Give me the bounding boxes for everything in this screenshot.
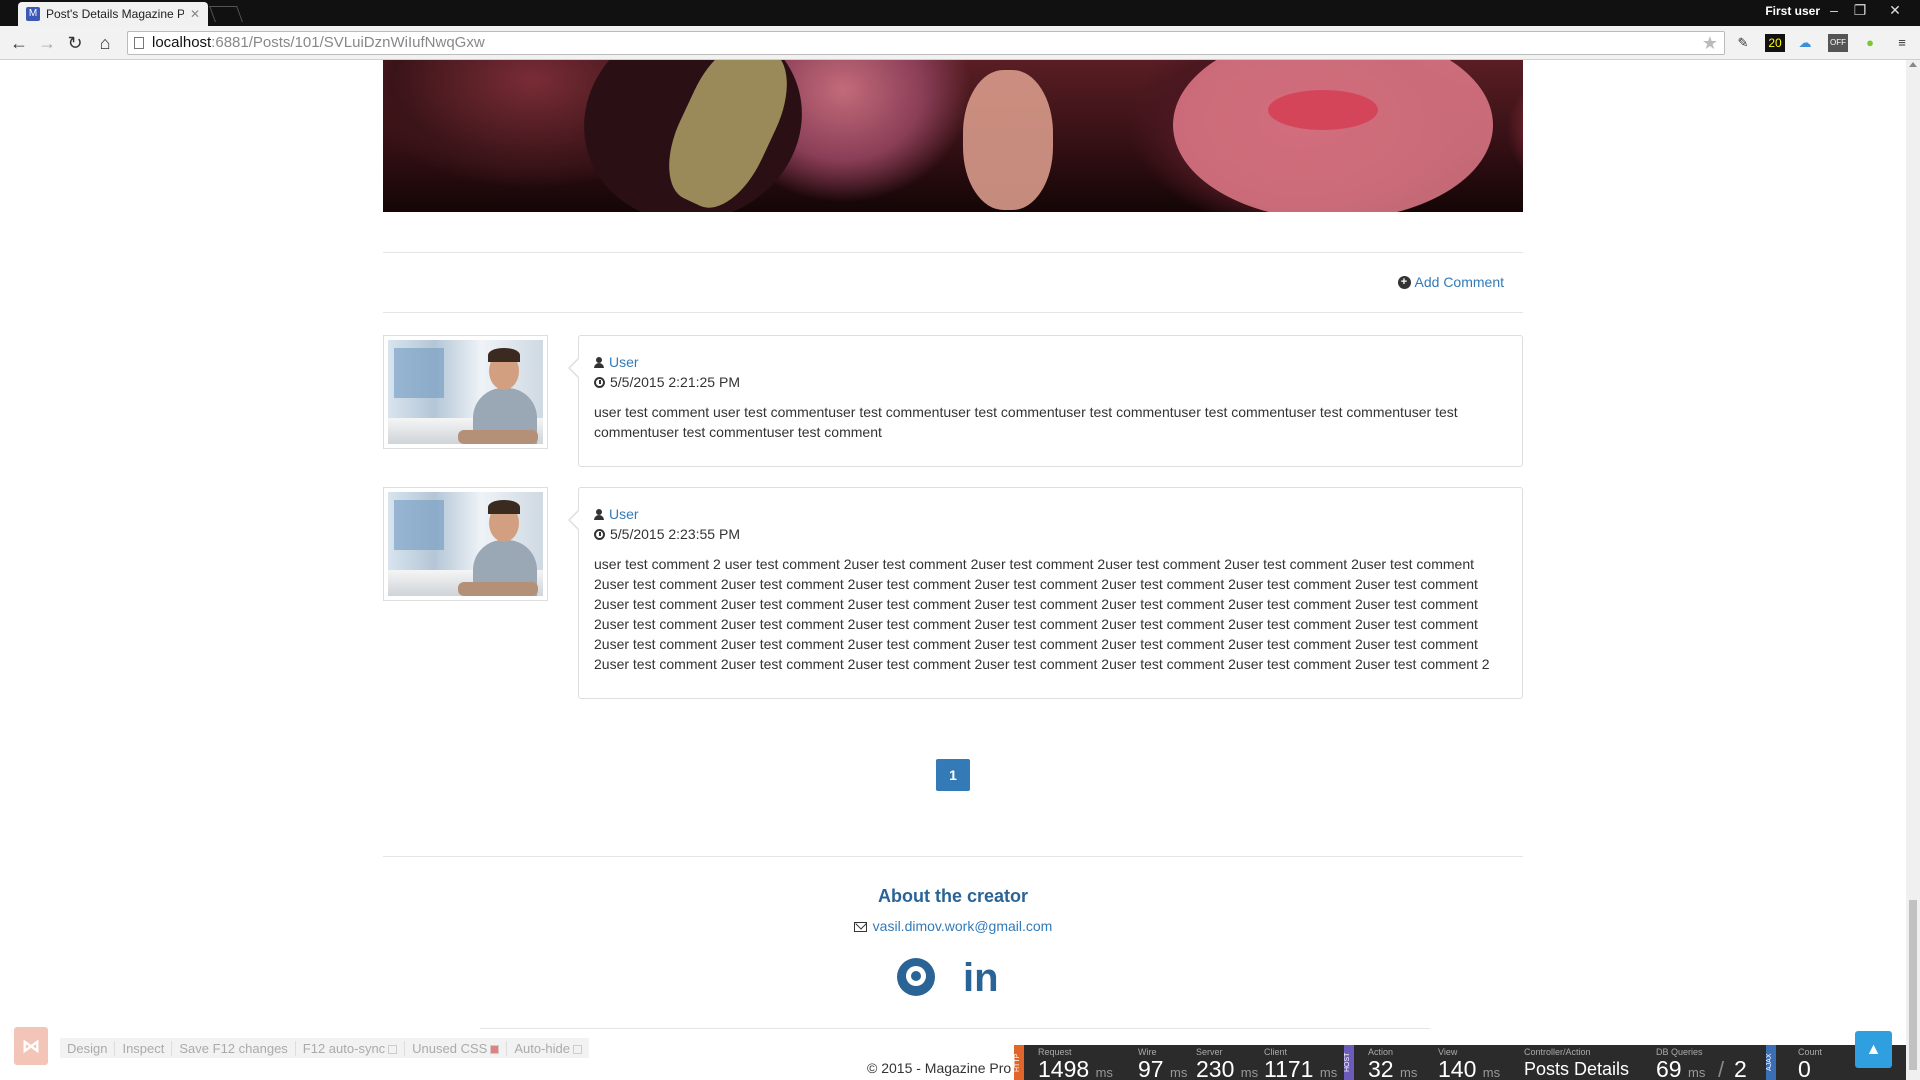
- restore-icon[interactable]: ❐: [1849, 2, 1871, 19]
- ajax-tag: AJAX: [1766, 1045, 1776, 1080]
- off-extension-icon[interactable]: OFF: [1828, 34, 1848, 52]
- envelope-icon: [853, 922, 867, 932]
- footer-title: About the creator: [877, 886, 1028, 906]
- browser-toolbar: ← → ↻ ⌂ localhost:6881/Posts/101/SVLuiDz…: [0, 26, 1920, 60]
- reload-icon[interactable]: ↻: [64, 32, 86, 54]
- user-icon: [594, 508, 604, 520]
- avatar: [383, 487, 548, 601]
- github-icon[interactable]: [897, 958, 935, 996]
- divider: [383, 856, 1523, 857]
- cloud-extension-icon[interactable]: ☁: [1795, 34, 1815, 52]
- minimize-icon[interactable]: –: [1823, 2, 1845, 18]
- url-host: localhost: [152, 34, 212, 51]
- address-bar[interactable]: localhost:6881/Posts/101/SVLuiDznWiIufNw…: [127, 31, 1725, 55]
- scroll-up-icon[interactable]: [1909, 62, 1917, 67]
- browser-link-toolbar: ⋈ Design Inspect Save F12 changes F12 au…: [0, 1020, 610, 1080]
- divider: [383, 252, 1523, 253]
- profile-name[interactable]: First user: [1765, 4, 1820, 18]
- avatar: [383, 335, 548, 449]
- unused-css-checkbox: [490, 1044, 500, 1054]
- divider: [383, 312, 1523, 313]
- page-scrollbar[interactable]: [1906, 60, 1920, 1080]
- forward-icon[interactable]: →: [36, 32, 58, 54]
- pen-extension-icon[interactable]: ✎: [1733, 34, 1753, 52]
- autohide-checkbox: [572, 1044, 582, 1054]
- glimpse-hud[interactable]: HTTP Request 1498 ms Wire 97 ms Server 230 …: [1014, 1045, 1906, 1080]
- menu-icon[interactable]: ≡: [1892, 34, 1912, 52]
- add-comment-label: Add Comment: [1414, 274, 1504, 290]
- browser-tab[interactable]: M Post's Details Magazine P ✕: [18, 2, 208, 26]
- site-favicon-icon: M: [26, 7, 40, 21]
- separator-slash: /: [1718, 1057, 1725, 1080]
- comment-bubble: User 5/5/2015 2:21:25 PM user test comme…: [568, 335, 1523, 467]
- unused-css-toggle[interactable]: Unused CSS: [405, 1040, 508, 1056]
- back-to-top-button[interactable]: ▲: [1855, 1031, 1892, 1068]
- circle-extension-icon[interactable]: ●: [1860, 34, 1880, 52]
- comment-author-link[interactable]: User: [609, 354, 639, 370]
- back-icon[interactable]: ←: [8, 32, 30, 54]
- autosync-checkbox: [388, 1044, 398, 1054]
- comment-author-link[interactable]: User: [609, 506, 639, 522]
- f12-autosync-toggle[interactable]: F12 auto-sync: [296, 1040, 406, 1056]
- plus-circle-icon: +: [1397, 275, 1411, 289]
- page-icon: [134, 37, 144, 49]
- add-comment-link[interactable]: + Add Comment: [1397, 274, 1504, 290]
- design-button[interactable]: Design: [60, 1040, 116, 1056]
- browser-link-items: Design Inspect Save F12 changes F12 auto…: [60, 1038, 589, 1058]
- pagination-page-1[interactable]: 1: [936, 759, 970, 791]
- footer-email-row: vasil.dimov.work@gmail.com: [383, 918, 1523, 934]
- linkedin-icon[interactable]: in: [963, 958, 999, 998]
- divider: [480, 1028, 1430, 1029]
- clock-icon: [594, 376, 605, 388]
- scrollbar-thumb[interactable]: [1909, 900, 1917, 1070]
- http-tag: HTTP: [1014, 1045, 1024, 1080]
- close-window-icon[interactable]: ✕: [1884, 2, 1906, 19]
- home-icon[interactable]: ⌂: [94, 32, 116, 54]
- comment-text: user test comment 2 user test comment 2u…: [594, 556, 1490, 672]
- bookmark-star-icon[interactable]: ★: [1702, 32, 1718, 54]
- extension-badge[interactable]: 20: [1765, 34, 1785, 52]
- user-icon: [594, 356, 604, 368]
- comment-bubble: User 5/5/2015 2:23:55 PM user test comme…: [568, 487, 1523, 699]
- comment-text: user test comment user test commentuser …: [594, 404, 1458, 440]
- visual-studio-logo-icon[interactable]: ⋈: [14, 1027, 48, 1065]
- copyright: © 2015 - Magazine Pro: [867, 1060, 1012, 1076]
- new-tab-button[interactable]: [209, 6, 243, 22]
- tab-close-icon[interactable]: ✕: [190, 7, 200, 21]
- autohide-toggle[interactable]: Auto-hide: [507, 1041, 589, 1056]
- url-path: :6881/Posts/101/SVLuiDznWiIufNwqGxw: [211, 34, 485, 51]
- comment-date: 5/5/2015 2:23:55 PM: [610, 526, 740, 542]
- clock-icon: [594, 528, 605, 540]
- browser-title-bar: M Post's Details Magazine P ✕ First user…: [0, 0, 1920, 26]
- tab-title: Post's Details Magazine P: [46, 7, 184, 21]
- email-link[interactable]: vasil.dimov.work@gmail.com: [873, 918, 1053, 934]
- save-f12-button[interactable]: Save F12 changes: [172, 1040, 296, 1056]
- post-image: [383, 60, 1523, 212]
- comment-date: 5/5/2015 2:21:25 PM: [610, 374, 740, 390]
- page-content: + Add Comment User 5/5/2015 2:21:25 PM u…: [0, 60, 1906, 1080]
- host-tag: HOST: [1344, 1045, 1354, 1080]
- inspect-button[interactable]: Inspect: [115, 1040, 173, 1056]
